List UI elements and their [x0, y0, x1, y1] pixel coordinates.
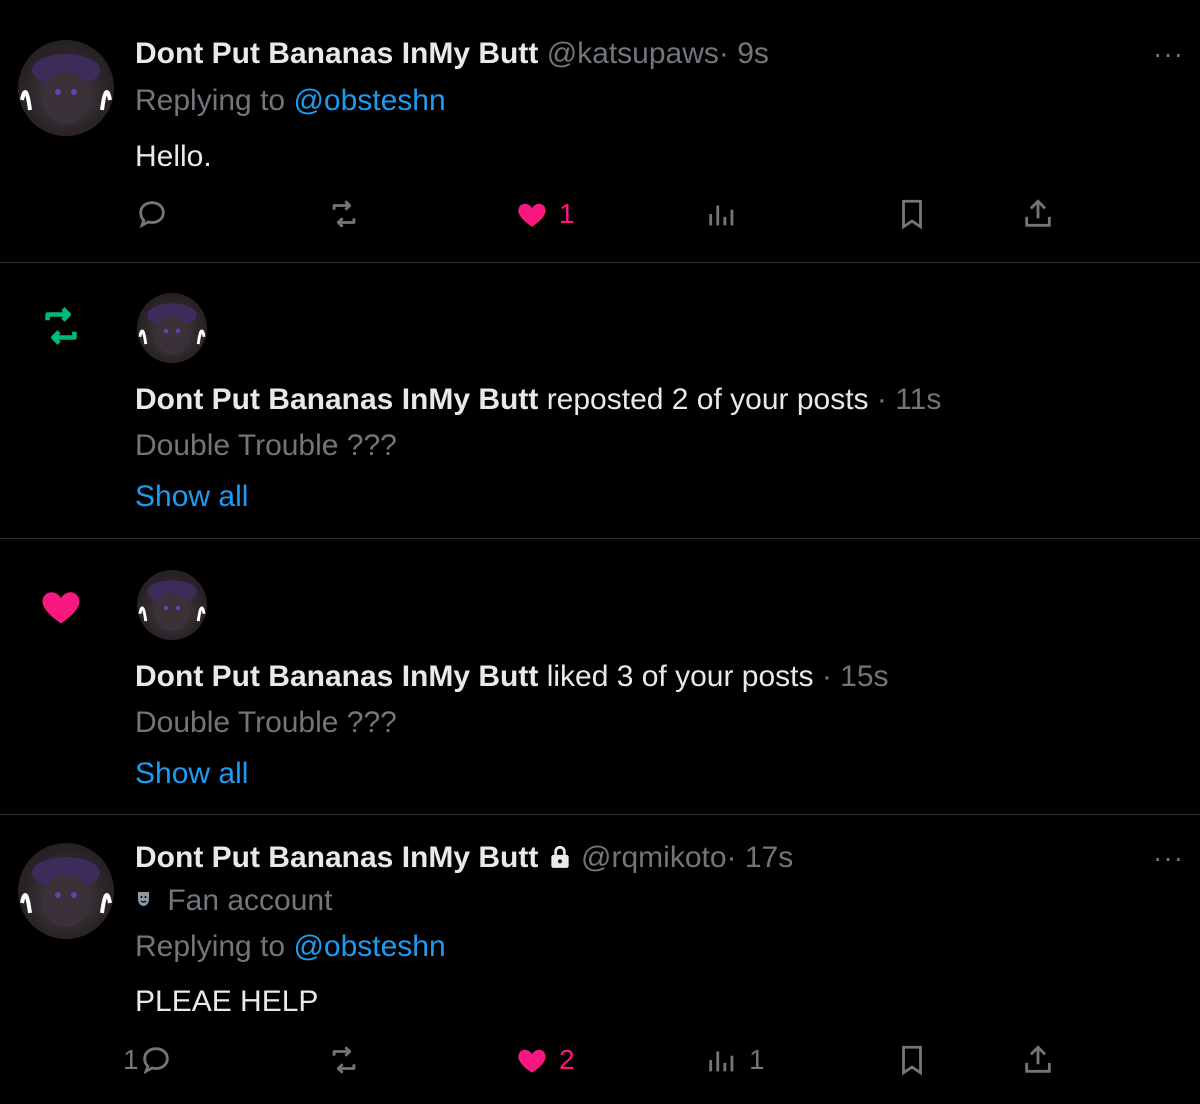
lock-icon — [551, 845, 569, 868]
share-button[interactable] — [1021, 194, 1055, 234]
more-options-icon[interactable]: ··· — [1153, 844, 1184, 872]
post-title: Double Trouble ??? — [135, 706, 397, 739]
share-icon — [1025, 1045, 1051, 1073]
replying-to-link[interactable]: @obsteshn — [293, 930, 445, 963]
like-notification[interactable]: Dont Put Bananas InMy Butt liked 3 of yo… — [0, 539, 1200, 814]
reply-icon — [139, 201, 165, 229]
replying-to-label: Replying to — [135, 84, 286, 117]
heart-icon — [42, 592, 80, 624]
bookmark-icon — [902, 199, 922, 230]
timestamp: · 15s — [821, 660, 889, 693]
repost-icon — [332, 1046, 356, 1074]
analytics-icon — [709, 205, 734, 226]
like-button[interactable]: 1 — [515, 194, 575, 234]
heart-icon — [518, 203, 546, 227]
analytics-icon — [709, 1051, 734, 1072]
share-button[interactable] — [1021, 1040, 1055, 1080]
tweet-text: PLEAE HELP — [135, 985, 319, 1018]
replying-to-link[interactable]: @obsteshn — [293, 84, 445, 117]
notification-action: reposted 2 of your posts — [546, 383, 869, 416]
replying-to-label: Replying to — [135, 930, 286, 963]
timestamp[interactable]: · 17s — [727, 841, 794, 874]
tweet-text: Hello. — [135, 140, 212, 173]
avatar[interactable] — [137, 293, 207, 363]
timestamp: · 11s — [876, 383, 942, 416]
reply-tweet-1[interactable]: Dont Put Bananas InMy Butt @katsupaws· 9… — [0, 0, 1200, 262]
bookmark-button[interactable] — [895, 194, 929, 234]
repost-button[interactable] — [327, 194, 361, 234]
post-title: Double Trouble ??? — [135, 429, 397, 462]
display-name[interactable]: Dont Put Bananas InMy Butt — [135, 37, 538, 70]
reply-tweet-2[interactable]: Dont Put Bananas InMy Butt @rqmikoto· 17… — [0, 815, 1200, 1104]
heart-icon — [518, 1049, 546, 1073]
views-button[interactable]: 1 — [705, 1040, 765, 1080]
like-count: 2 — [559, 1044, 575, 1075]
share-icon — [1025, 199, 1051, 227]
bookmark-button[interactable] — [895, 1040, 929, 1080]
handle[interactable]: @rqmikoto — [581, 841, 727, 874]
show-all-link[interactable]: Show all — [135, 479, 248, 515]
reply-count: 1 — [123, 1044, 139, 1075]
repost-button[interactable] — [327, 1040, 361, 1080]
avatar[interactable] — [18, 40, 114, 136]
display-name[interactable]: Dont Put Bananas InMy Butt — [135, 383, 538, 416]
bookmark-icon — [902, 1045, 922, 1076]
display-name[interactable]: Dont Put Bananas InMy Butt — [135, 841, 538, 874]
repost-icon — [332, 200, 356, 228]
timestamp[interactable]: · 9s — [719, 37, 769, 70]
handle[interactable]: @katsupaws — [547, 37, 719, 70]
like-button[interactable]: 2 — [515, 1040, 575, 1080]
avatar[interactable] — [18, 843, 114, 939]
avatar[interactable] — [137, 570, 207, 640]
show-all-link[interactable]: Show all — [135, 756, 248, 792]
reply-icon — [142, 1047, 169, 1075]
views-button[interactable] — [705, 194, 739, 234]
account-label: Fan account — [167, 884, 333, 917]
notification-action: liked 3 of your posts — [546, 660, 814, 693]
repost-notification[interactable]: Dont Put Bananas InMy Butt reposted 2 of… — [0, 263, 1200, 538]
reply-button[interactable]: 1 — [123, 1040, 173, 1080]
like-count: 1 — [559, 198, 575, 229]
display-name[interactable]: Dont Put Bananas InMy Butt — [135, 660, 538, 693]
reply-button[interactable] — [135, 194, 169, 234]
view-count: 1 — [749, 1044, 765, 1075]
repost-icon — [45, 307, 77, 345]
more-options-icon[interactable]: ··· — [1153, 40, 1184, 68]
theater-masks-icon — [138, 892, 149, 906]
